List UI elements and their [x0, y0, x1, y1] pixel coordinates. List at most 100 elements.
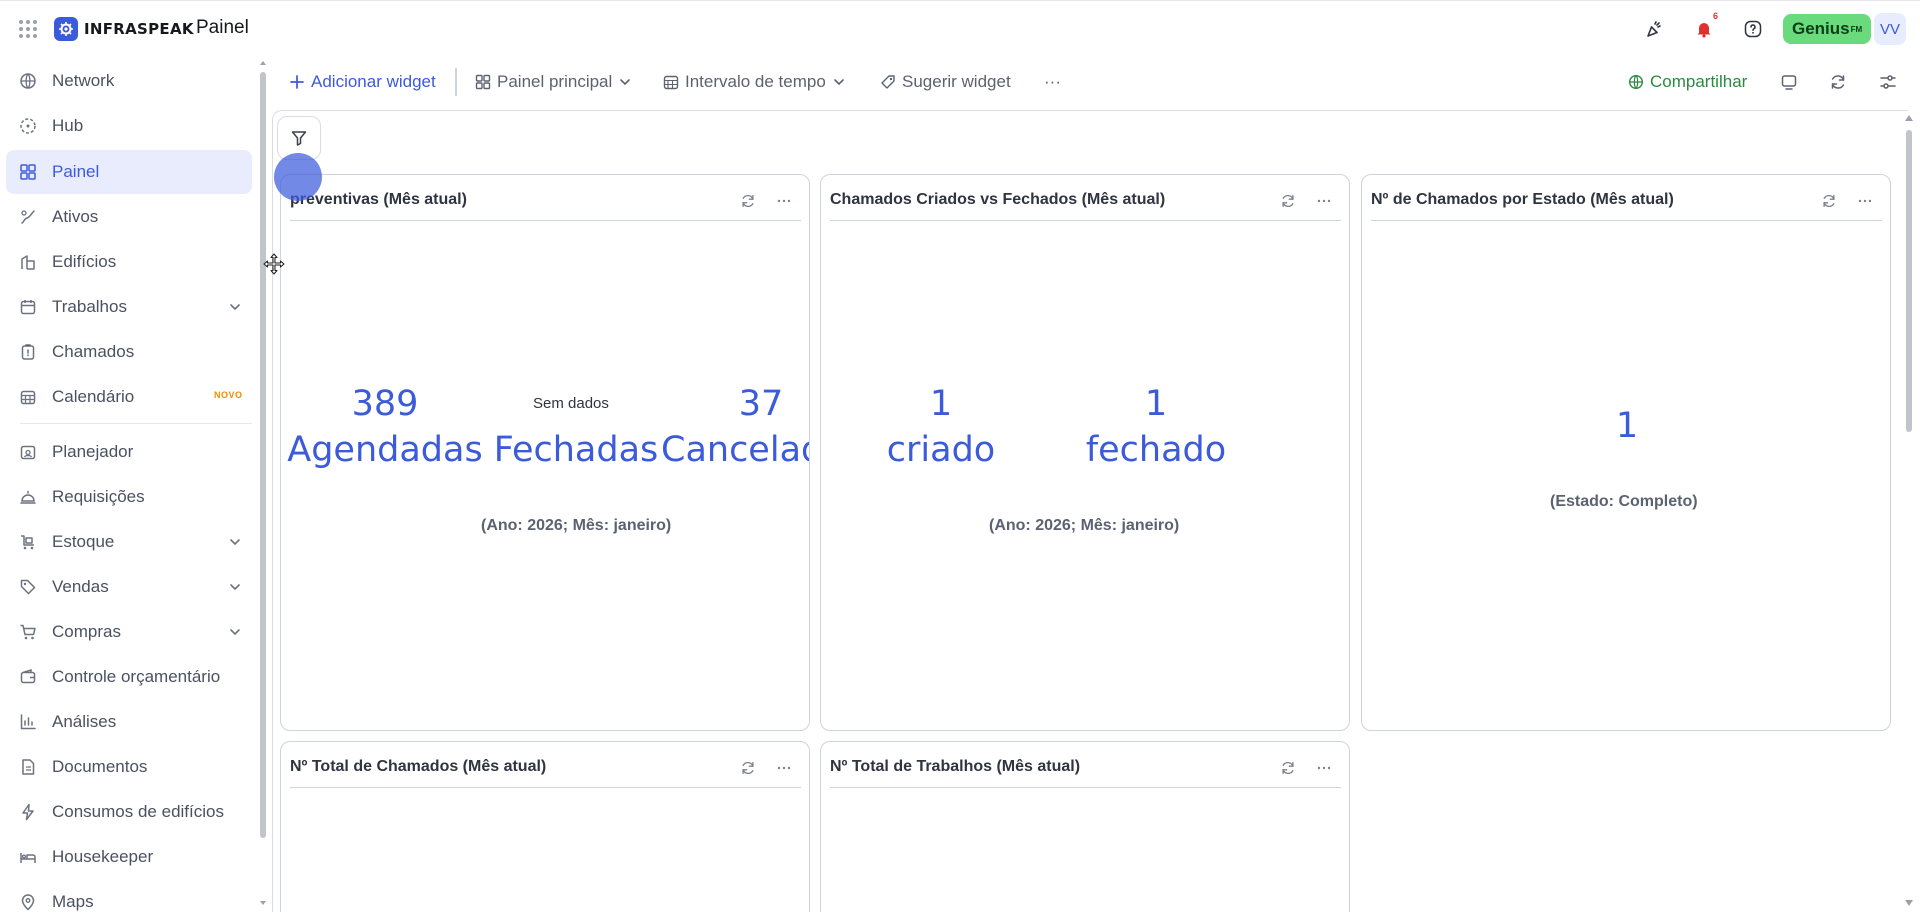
refresh-icon[interactable]	[1279, 192, 1297, 210]
bed-icon	[19, 848, 37, 866]
widget-divider	[830, 787, 1341, 788]
sidebar-item-label: Planejador	[52, 442, 134, 461]
lightning-icon	[19, 803, 37, 821]
sidebar-item-painel[interactable]: Painel	[6, 150, 252, 194]
brand-name: INFRASPEAK	[84, 20, 194, 38]
sidebar-item-estoque[interactable]: Estoque	[6, 520, 252, 564]
celebrate-icon[interactable]	[1642, 17, 1666, 41]
move-cursor-icon	[262, 252, 286, 281]
page-title: Painel	[196, 17, 249, 38]
widget-caption: (Ano: 2026; Mês: janeiro)	[481, 517, 672, 534]
cart-icon	[19, 623, 37, 641]
brand-logo[interactable]: INFRASPEAK	[54, 17, 194, 41]
widget-divider	[1371, 220, 1882, 221]
sidebar-item-calendario[interactable]: Calendário NOVO	[6, 375, 252, 419]
settings-sliders-icon[interactable]	[1876, 70, 1900, 94]
refresh-icon[interactable]	[739, 192, 757, 210]
sidebar-item-network[interactable]: Network	[6, 59, 252, 103]
more-icon: ···	[1044, 72, 1061, 91]
toolbar-divider	[455, 68, 457, 96]
clipboard-icon	[19, 343, 37, 361]
widget-card-total-trabalhos[interactable]: Nº Total de Trabalhos (Mês atual)	[820, 741, 1350, 912]
widget-card-preventivas[interactable]: preventivas (Mês atual) 389 Agendadas Se…	[280, 174, 810, 731]
sidebar-item-controle-orcamentario[interactable]: Controle orçamentário	[6, 655, 252, 699]
infraspeak-logo-icon	[54, 17, 78, 41]
sidebar-item-edificios[interactable]: Edifícios	[6, 240, 252, 284]
user-avatar[interactable]: VV	[1874, 13, 1906, 45]
sidebar-item-housekeeper[interactable]: Housekeeper	[6, 835, 252, 879]
suggest-widget-label: Sugerir widget	[902, 72, 1011, 91]
refresh-icon[interactable]	[1279, 759, 1297, 777]
time-range-label: Intervalo de tempo	[685, 72, 826, 91]
kpi-label: criado	[886, 430, 996, 470]
sidebar-item-requisicoes[interactable]: Requisições	[6, 475, 252, 519]
sidebar-scrollbar-thumb[interactable]	[260, 72, 266, 838]
sparkle-tag-icon	[881, 75, 895, 89]
sidebar-item-analises[interactable]: Análises	[6, 700, 252, 744]
main-panel-dropdown[interactable]: Painel principal	[475, 70, 632, 94]
widget-card-chamados-criados-vs-fechados[interactable]: Chamados Criados vs Fechados (Mês atual)…	[820, 174, 1350, 731]
chevron-down-icon[interactable]	[228, 534, 242, 554]
sidebar-item-trabalhos[interactable]: Trabalhos	[6, 285, 252, 329]
kpi-label: fechado	[1085, 430, 1227, 470]
chevron-down-icon[interactable]	[228, 299, 242, 319]
suggest-widget-button[interactable]: Sugerir widget	[880, 70, 1011, 94]
new-badge: NOVO	[214, 390, 243, 400]
map-pin-icon	[19, 893, 37, 911]
more-horizontal-icon[interactable]	[1856, 192, 1874, 210]
sidebar-item-label: Chamados	[52, 342, 135, 361]
sidebar-item-label: Housekeeper	[52, 847, 154, 866]
kpi-value: 1	[1615, 406, 1639, 446]
sidebar-item-planejador[interactable]: Planejador	[6, 430, 252, 474]
refresh-icon[interactable]	[1826, 70, 1850, 94]
widget-divider	[290, 220, 801, 221]
sidebar-item-documentos[interactable]: Documentos	[6, 745, 252, 789]
more-horizontal-icon[interactable]	[775, 192, 793, 210]
add-widget-label: Adicionar widget	[311, 72, 436, 91]
top-bar: INFRASPEAK Painel 6 Genius FM VV	[0, 0, 1920, 56]
chevron-down-icon	[834, 79, 844, 86]
sidebar-item-compras[interactable]: Compras	[6, 610, 252, 654]
sidebar-item-chamados[interactable]: Chamados	[6, 330, 252, 374]
widget-card-chamados-por-estado[interactable]: Nº de Chamados por Estado (Mês atual) 1 …	[1361, 174, 1891, 731]
notifications-bell-icon[interactable]: 6	[1692, 11, 1718, 41]
add-widget-button[interactable]: Adicionar widget	[289, 70, 436, 94]
kpi-agendadas: 389 Agendadas	[286, 381, 484, 473]
kpi-value: 1	[1144, 384, 1168, 424]
sidebar-item-label: Análises	[52, 712, 117, 731]
monitor-icon[interactable]	[1777, 70, 1801, 94]
calendar-grid-icon	[19, 388, 37, 406]
time-range-dropdown[interactable]: Intervalo de tempo	[663, 70, 846, 94]
sidebar-item-vendas[interactable]: Vendas	[6, 565, 252, 609]
sidebar: Network Hub Painel Ativos Edifícios Trab…	[0, 56, 260, 912]
sidebar-item-label: Vendas	[52, 577, 109, 596]
more-options-button[interactable]: ···	[1044, 70, 1061, 94]
more-horizontal-icon[interactable]	[1315, 192, 1333, 210]
assets-icon	[19, 208, 37, 226]
chevron-down-icon[interactable]	[228, 624, 242, 644]
refresh-icon[interactable]	[739, 759, 757, 777]
chevron-down-icon[interactable]	[228, 579, 242, 599]
sidebar-item-maps[interactable]: Maps	[6, 880, 252, 912]
apps-grid-icon[interactable]	[19, 20, 37, 38]
share-label: Compartilhar	[1650, 72, 1748, 91]
dashboard-icon	[19, 163, 37, 181]
main-scrollbar-thumb[interactable]	[1906, 130, 1912, 432]
genius-button[interactable]: Genius FM	[1783, 14, 1872, 44]
sidebar-item-ativos[interactable]: Ativos	[6, 195, 252, 239]
document-icon	[19, 758, 37, 776]
main-panel-label: Painel principal	[497, 72, 613, 91]
sidebar-item-label: Documentos	[52, 757, 148, 776]
kpi-fechadas: Fechadas	[476, 427, 676, 473]
help-icon[interactable]	[1741, 17, 1765, 41]
more-horizontal-icon[interactable]	[1315, 759, 1333, 777]
sidebar-item-label: Estoque	[52, 532, 115, 551]
more-horizontal-icon[interactable]	[775, 759, 793, 777]
share-button[interactable]: Compartilhar	[1628, 70, 1747, 94]
sidebar-item-consumos-de-edificios[interactable]: Consumos de edifícios	[6, 790, 252, 834]
sidebar-item-hub[interactable]: Hub	[6, 104, 252, 148]
widget-card-total-chamados[interactable]: Nº Total de Chamados (Mês atual)	[280, 741, 810, 912]
widget-title: preventivas (Mês atual)	[290, 191, 467, 208]
refresh-icon[interactable]	[1820, 192, 1838, 210]
share-globe-icon	[1628, 74, 1644, 90]
